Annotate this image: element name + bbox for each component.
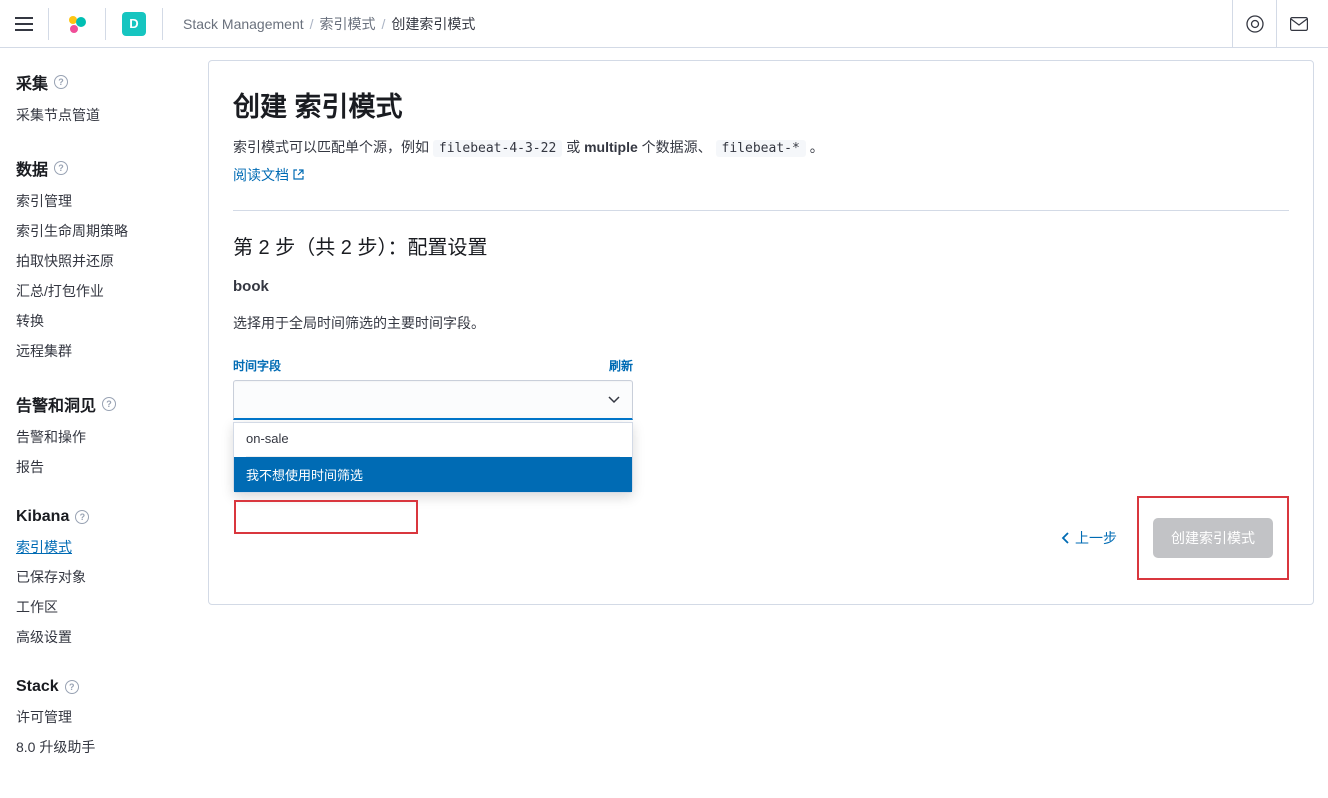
help-icon[interactable]: ? — [75, 510, 89, 524]
help-icon[interactable]: ? — [54, 161, 68, 175]
sidebar-item-reports[interactable]: 报告 — [0, 452, 192, 482]
sidebar-item-rollup[interactable]: 汇总/打包作业 — [0, 276, 192, 306]
sidebar-section-stack: Stack? 许可管理 8.0 升级助手 — [0, 672, 192, 762]
back-label: 上一步 — [1075, 528, 1117, 548]
horizontal-rule — [233, 210, 1289, 211]
page-description: 索引模式可以匹配单个源，例如 filebeat-4-3-22 或 multipl… — [233, 136, 1289, 186]
topbar-right — [1232, 0, 1320, 48]
sidebar-heading: Kibana? — [0, 502, 192, 532]
code-example-1: filebeat-4-3-22 — [433, 140, 562, 157]
sidebar-item-ilm[interactable]: 索引生命周期策略 — [0, 216, 192, 246]
chevron-down-icon — [608, 396, 620, 404]
read-docs-link[interactable]: 阅读文档 — [233, 164, 304, 186]
back-button[interactable]: 上一步 — [1061, 528, 1117, 548]
code-example-2: filebeat-* — [716, 140, 806, 157]
sidebar-item-index-mgmt[interactable]: 索引管理 — [0, 186, 192, 216]
time-field-label: 时间字段 — [233, 357, 281, 374]
sidebar-item-spaces[interactable]: 工作区 — [0, 592, 192, 622]
sidebar-heading: 数据? — [0, 150, 192, 186]
sidebar-item-upgrade[interactable]: 8.0 升级助手 — [0, 732, 192, 762]
main-layout: 采集? 采集节点管道 数据? 索引管理 索引生命周期策略 拍取快照并还原 汇总/… — [0, 48, 1328, 798]
breadcrumb-item[interactable]: 索引模式 — [320, 14, 376, 34]
dropdown-option-no-time-filter[interactable]: 我不想使用时间筛选 — [234, 457, 632, 492]
divider — [48, 8, 49, 40]
desc-text: 或 — [566, 139, 584, 155]
sidebar-item-transform[interactable]: 转换 — [0, 306, 192, 336]
lifebuoy-icon — [1246, 15, 1264, 33]
breadcrumb: Stack Management / 索引模式 / 创建索引模式 — [183, 14, 475, 34]
sidebar-item-index-patterns[interactable]: 索引模式 — [0, 532, 192, 562]
desc-text: 个数据源、 — [642, 139, 716, 155]
breadcrumb-item[interactable]: Stack Management — [183, 16, 304, 32]
sidebar-heading: 采集? — [0, 64, 192, 100]
heading-text: 数据 — [16, 156, 48, 180]
sidebar-item-saved-objects[interactable]: 已保存对象 — [0, 562, 192, 592]
refresh-link[interactable]: 刷新 — [609, 357, 633, 374]
breadcrumb-sep: / — [382, 16, 386, 32]
hamburger-icon — [15, 17, 33, 31]
annotation-highlight: 创建索引模式 — [1137, 496, 1289, 580]
time-field-select[interactable] — [233, 380, 633, 420]
help-icon[interactable]: ? — [65, 680, 79, 694]
chevron-left-icon — [1061, 532, 1069, 544]
sidebar: 采集? 采集节点管道 数据? 索引管理 索引生命周期策略 拍取快照并还原 汇总/… — [0, 48, 192, 798]
sidebar-section-alerts: 告警和洞见? 告警和操作 报告 — [0, 386, 192, 482]
step-subtext: 选择用于全局时间筛选的主要时间字段。 — [233, 313, 1289, 333]
mail-button[interactable] — [1276, 0, 1320, 48]
step-title: 第 2 步（共 2 步）：配置设置 — [233, 231, 1289, 260]
heading-text: Kibana — [16, 508, 69, 526]
heading-text: Stack — [16, 678, 59, 696]
heading-text: 采集 — [16, 70, 48, 94]
create-index-pattern-panel: 创建 索引模式 索引模式可以匹配单个源，例如 filebeat-4-3-22 或… — [208, 60, 1314, 605]
time-field-dropdown: on-sale 我不想使用时间筛选 — [233, 422, 633, 493]
sidebar-item-advanced[interactable]: 高级设置 — [0, 622, 192, 652]
divider — [105, 8, 106, 40]
sidebar-section-data: 数据? 索引管理 索引生命周期策略 拍取快照并还原 汇总/打包作业 转换 远程集… — [0, 150, 192, 366]
link-text: 阅读文档 — [233, 164, 289, 186]
help-icon[interactable]: ? — [102, 397, 116, 411]
sidebar-section-ingest: 采集? 采集节点管道 — [0, 64, 192, 130]
divider — [162, 8, 163, 40]
space-selector[interactable]: D — [122, 12, 146, 36]
heading-text: 告警和洞见 — [16, 392, 96, 416]
page-title: 创建 索引模式 — [233, 85, 1289, 124]
external-link-icon — [293, 169, 304, 180]
breadcrumb-sep: / — [310, 16, 314, 32]
sidebar-heading: 告警和洞见? — [0, 386, 192, 422]
sidebar-item-remote[interactable]: 远程集群 — [0, 336, 192, 366]
sidebar-section-kibana: Kibana? 索引模式 已保存对象 工作区 高级设置 — [0, 502, 192, 652]
mail-icon — [1290, 17, 1308, 31]
sidebar-item-pipelines[interactable]: 采集节点管道 — [0, 100, 192, 130]
sidebar-item-snapshot[interactable]: 拍取快照并还原 — [0, 246, 192, 276]
topbar: D Stack Management / 索引模式 / 创建索引模式 — [0, 0, 1328, 48]
dropdown-option-onsale[interactable]: on-sale — [234, 423, 632, 454]
desc-bold: multiple — [584, 139, 638, 155]
breadcrumb-item: 创建索引模式 — [391, 14, 475, 34]
logo-icon — [66, 13, 88, 35]
pattern-name: book — [233, 278, 1289, 295]
sidebar-heading: Stack? — [0, 672, 192, 702]
time-field-select-wrap: on-sale 我不想使用时间筛选 — [233, 380, 633, 420]
menu-toggle[interactable] — [8, 8, 40, 40]
content-area: 创建 索引模式 索引模式可以匹配单个源，例如 filebeat-4-3-22 或… — [192, 48, 1328, 798]
create-index-pattern-button[interactable]: 创建索引模式 — [1153, 518, 1273, 558]
sidebar-item-license[interactable]: 许可管理 — [0, 702, 192, 732]
newsfeed-button[interactable] — [1232, 0, 1276, 48]
field-header-row: 时间字段 刷新 — [233, 357, 633, 374]
desc-text: 。 — [810, 139, 824, 155]
sidebar-item-alerts[interactable]: 告警和操作 — [0, 422, 192, 452]
footer-actions: 上一步 创建索引模式 — [233, 496, 1289, 580]
help-icon[interactable]: ? — [54, 75, 68, 89]
desc-text: 索引模式可以匹配单个源，例如 — [233, 139, 433, 155]
elastic-logo[interactable] — [65, 12, 89, 36]
